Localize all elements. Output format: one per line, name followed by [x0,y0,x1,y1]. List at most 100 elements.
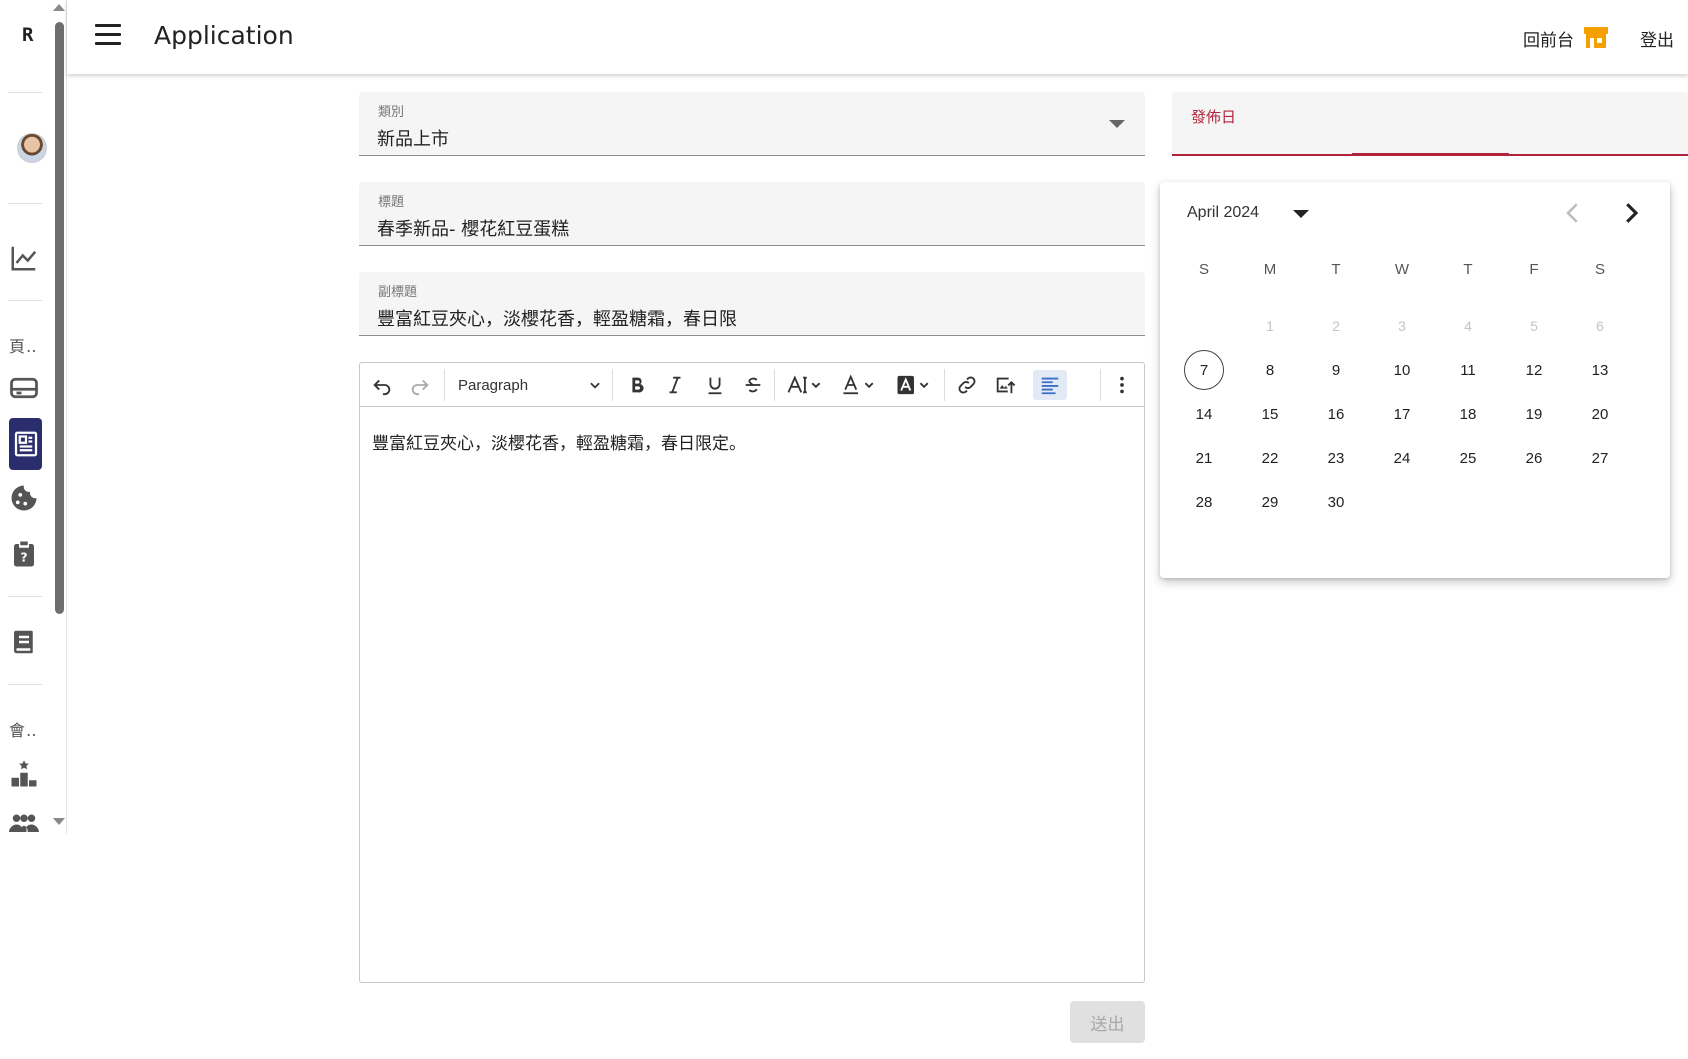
scroll-up-arrow[interactable] [53,4,65,11]
scroll-down-arrow[interactable] [53,818,65,825]
calendar-day[interactable]: 29 [1250,482,1290,522]
calendar-day[interactable]: 13 [1580,350,1620,390]
rich-text-editor: Paragraph 豐富紅豆夾心，淡櫻花香，輕盈糖霜，春日限定。 [359,362,1145,983]
insert-image-icon[interactable] [990,370,1020,400]
text-color-icon[interactable] [837,370,881,400]
calendar-day-today[interactable]: 7 [1184,350,1224,390]
back-to-frontend-link[interactable]: 回前台 [1523,26,1574,51]
svg-text:?: ? [20,550,27,565]
top-bar: Application 回前台 登出 [67,0,1688,74]
people-icon[interactable] [6,804,42,840]
calendar-day[interactable]: 9 [1316,350,1356,390]
calendar-day[interactable]: 11 [1448,350,1488,390]
rail-item-pages[interactable]: 頁‥ [9,333,38,357]
align-left-icon[interactable] [1033,370,1067,400]
logout-link[interactable]: 登出 [1640,26,1674,51]
calendar-day: 5 [1530,318,1538,334]
calendar-day: 2 [1332,318,1340,334]
calendar-day[interactable]: 10 [1382,350,1422,390]
ranking-icon[interactable] [6,756,42,792]
category-value: 新品上市 [377,129,449,150]
calendar-day[interactable]: 27 [1580,438,1620,478]
dropdown-caret-icon[interactable] [1109,120,1125,128]
news-icon[interactable] [9,418,42,470]
chart-line-icon[interactable] [6,240,42,276]
toolbar-divider [944,369,945,401]
editor-content[interactable]: 豐富紅豆夾心，淡櫻花香，輕盈糖霜，春日限定。 [372,429,746,454]
calendar-day[interactable]: 22 [1250,438,1290,478]
title-value: 春季新品- 櫻花紅豆蛋糕 [377,219,570,240]
storefront-icon[interactable] [1583,25,1609,49]
calendar-month-label[interactable]: April 2024 [1187,204,1259,222]
weekday-header: F [1529,261,1539,278]
undo-icon[interactable] [370,370,394,400]
publish-date-label: 發佈日 [1191,108,1237,126]
calendar-day[interactable]: 30 [1316,482,1356,522]
calendar-day[interactable]: 8 [1250,350,1290,390]
italic-icon[interactable] [660,370,690,400]
toolbar-divider [774,369,775,401]
publish-date-field[interactable]: 發佈日 [1172,92,1688,156]
calendar-day: 6 [1596,318,1604,334]
subtitle-field[interactable]: 副標題 豐富紅豆夾心，淡櫻花香，輕盈糖霜，春日限 [359,272,1145,336]
menu-icon[interactable] [95,24,121,46]
weekday-header: S [1594,261,1605,278]
strikethrough-icon[interactable] [738,370,768,400]
card-icon[interactable] [6,370,42,406]
calendar-day[interactable]: 28 [1184,482,1224,522]
calendar-day: 1 [1266,318,1274,334]
underline-icon[interactable] [700,370,730,400]
link-icon[interactable] [952,370,982,400]
calendar-day[interactable]: 18 [1448,394,1488,434]
month-dropdown-caret-icon[interactable] [1293,210,1309,218]
toolbar-divider [612,369,613,401]
category-select[interactable]: 類別 新品上市 [359,92,1145,156]
scrollbar-thumb[interactable] [55,22,64,614]
calendar-day[interactable]: 14 [1184,394,1224,434]
rail-item-members[interactable]: 會‥ [9,717,38,741]
toolbar-divider [444,369,445,401]
calendar-day: 4 [1464,318,1472,334]
avatar[interactable] [17,133,47,163]
weekday-header: W [1394,261,1410,278]
highlight-color-icon[interactable] [892,370,936,400]
chevron-down-icon [590,382,600,389]
app-logo: R [22,24,34,46]
rail-divider [8,684,42,685]
calendar-day[interactable]: 15 [1250,394,1290,434]
calendar-day[interactable]: 23 [1316,438,1356,478]
block-format-value: Paragraph [458,376,529,394]
cookie-icon[interactable] [6,480,42,516]
calendar-day[interactable]: 19 [1514,394,1554,434]
calendar-day[interactable]: 26 [1514,438,1554,478]
calendar-day[interactable]: 16 [1316,394,1356,434]
more-options-icon[interactable] [1110,370,1134,400]
subtitle-label: 副標題 [378,285,418,300]
weekday-header: T [1463,261,1473,278]
editor-toolbar: Paragraph [360,363,1144,407]
redo-icon[interactable] [408,370,432,400]
submit-button[interactable]: 送出 [1070,1001,1145,1043]
page-title: Application [154,21,294,50]
calendar-day[interactable]: 17 [1382,394,1422,434]
title-field[interactable]: 標題 春季新品- 櫻花紅豆蛋糕 [359,182,1145,246]
bold-icon[interactable] [622,370,652,400]
chevron-right-icon[interactable] [1616,198,1646,228]
calendar-day[interactable]: 21 [1184,438,1224,478]
block-format-select[interactable]: Paragraph [458,370,608,400]
rail-divider [8,300,42,301]
toolbar-divider [1100,369,1101,401]
calendar-day[interactable]: 24 [1382,438,1422,478]
category-label: 類別 [378,105,405,120]
weekday-header: S [1198,261,1209,278]
font-size-icon[interactable] [782,370,826,400]
chevron-left-icon[interactable] [1558,198,1588,228]
book-icon[interactable] [6,624,42,660]
clipboard-question-icon[interactable]: ? [6,536,42,572]
calendar-day: 3 [1398,318,1406,334]
subtitle-value: 豐富紅豆夾心，淡櫻花香，輕盈糖霜，春日限 [377,309,737,330]
calendar-day[interactable]: 12 [1514,350,1554,390]
rail-divider [8,596,42,597]
calendar-day[interactable]: 20 [1580,394,1620,434]
calendar-day[interactable]: 25 [1448,438,1488,478]
